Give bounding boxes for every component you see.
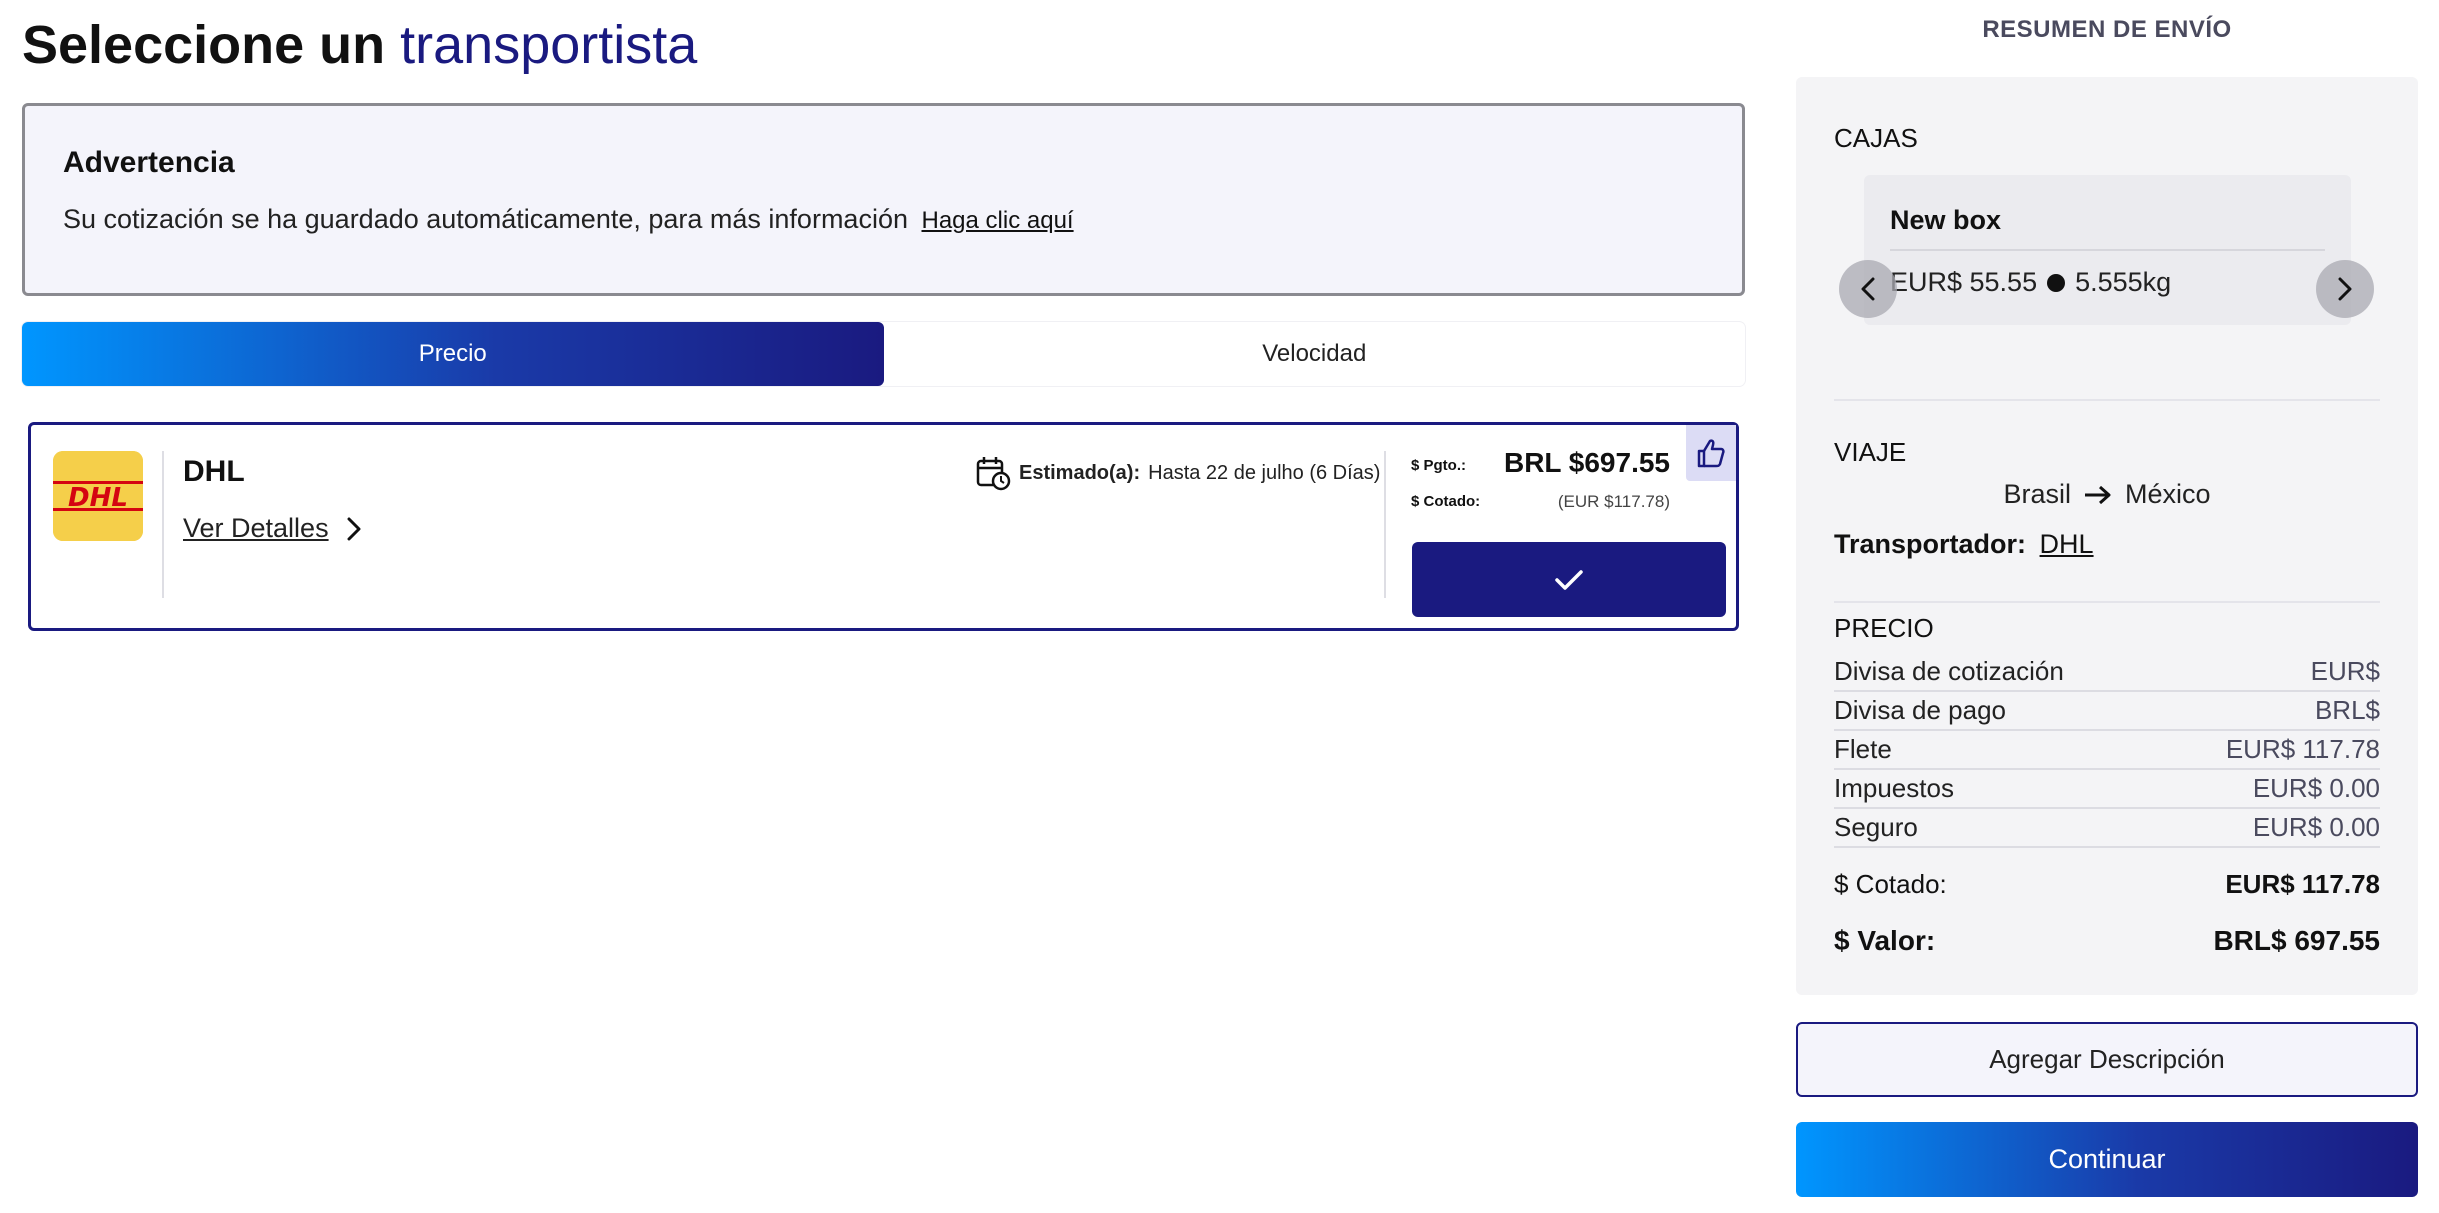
carrier-card-dhl[interactable]: DHL DHL Ver Detalles Estimado(a): Hasta … — [28, 422, 1739, 631]
price-row: Divisa de pago BRL$ — [1834, 692, 2380, 731]
boxes-title: CAJAS — [1834, 123, 1918, 153]
price-row-value: EUR$ 0.00 — [2252, 773, 2380, 803]
quoted-value: (EUR $117.78) — [1557, 492, 1670, 511]
warning-banner: Advertencia Su cotización se ha guardado… — [22, 103, 1745, 296]
price-breakdown: Divisa de cotización EUR$ Divisa de pago… — [1834, 653, 2380, 848]
box-divider — [1890, 249, 2325, 251]
quoted-label: $ Cotado: — [1411, 493, 1481, 510]
sort-tabs: Precio Velocidad — [22, 322, 1745, 386]
quoted-total-label: $ Cotado: — [1834, 869, 1947, 899]
route: Brasil México — [1834, 479, 2380, 510]
tab-price[interactable]: Precio — [22, 322, 884, 386]
carrier-name: DHL — [183, 455, 245, 488]
quoted-total-value: EUR$ 117.78 — [2225, 869, 2380, 899]
trip-title: VIAJE — [1834, 437, 1907, 467]
final-total-row: $ Valor: BRL$ 697.55 — [1834, 925, 2380, 957]
tab-speed[interactable]: Velocidad — [884, 322, 1746, 386]
view-details-link[interactable]: Ver Detalles — [183, 513, 361, 544]
chevron-left-icon — [1861, 277, 1875, 301]
card-divider — [162, 451, 164, 598]
dhl-logo: DHL — [53, 451, 143, 541]
price-row-value: EUR$ 117.78 — [2225, 734, 2380, 764]
page-title-main: Seleccione un — [22, 15, 386, 75]
price-row-label: Seguro — [1834, 812, 1918, 842]
chevron-right-icon — [2338, 277, 2352, 301]
thumbs-up-icon — [1697, 439, 1725, 468]
box-value: EUR$ 55.55 — [1890, 267, 2038, 297]
price-row: Divisa de cotización EUR$ — [1834, 653, 2380, 692]
summary-title: RESUMEN DE ENVÍO — [1982, 16, 2232, 43]
check-icon — [1555, 569, 1583, 590]
estimate-label: Estimado(a): — [1019, 461, 1141, 484]
shipping-summary: CAJAS New box EUR$ 55.55 5.555kg VIAJE B… — [1796, 77, 2418, 995]
recommended-badge — [1686, 425, 1736, 481]
box-info: EUR$ 55.55 5.555kg — [1890, 267, 2171, 298]
calendar-clock-icon — [976, 457, 1011, 491]
page-title: Seleccione un transportista — [22, 12, 697, 78]
price-row: Impuestos EUR$ 0.00 — [1834, 770, 2380, 809]
price-row-label: Divisa de pago — [1834, 695, 2006, 725]
warning-message-line: Su cotización se ha guardado automáticam… — [63, 204, 1074, 235]
card-divider-price — [1384, 451, 1386, 598]
warning-message: Su cotización se ha guardado automáticam… — [63, 204, 908, 234]
section-divider — [1834, 601, 2380, 603]
payment-label: $ Pgto.: — [1411, 457, 1466, 474]
box-weight: 5.555kg — [2075, 267, 2172, 297]
price-row-label: Impuestos — [1834, 773, 1954, 803]
price-row-value: BRL$ — [2314, 695, 2380, 725]
price-row: Flete EUR$ 117.78 — [1834, 731, 2380, 770]
carousel-next-button[interactable] — [2316, 260, 2374, 318]
add-description-button[interactable]: Agregar Descripción — [1796, 1022, 2418, 1097]
page-title-accent: transportista — [400, 15, 698, 75]
price-row: Seguro EUR$ 0.00 — [1834, 809, 2380, 848]
route-origin: Brasil — [2003, 479, 2071, 509]
price-row-label: Flete — [1834, 734, 1892, 764]
box-name: New box — [1890, 205, 2002, 235]
section-divider — [1834, 399, 2380, 401]
final-total-value: BRL$ 697.55 — [2213, 925, 2380, 956]
payment-value: BRL $697.55 — [1503, 447, 1670, 478]
select-carrier-button[interactable] — [1412, 542, 1726, 617]
price-title: PRECIO — [1834, 613, 1934, 643]
carrier-summary: Transportador: DHL — [1834, 529, 2094, 560]
dhl-logo-text: DHL — [68, 483, 128, 513]
warning-link[interactable]: Haga clic aquí — [922, 207, 1074, 234]
price-row-value: EUR$ — [2310, 656, 2380, 686]
price-row-label: Divisa de cotización — [1834, 656, 2064, 686]
box-card: New box EUR$ 55.55 5.555kg — [1864, 175, 2351, 325]
continue-button[interactable]: Continuar — [1796, 1122, 2418, 1197]
route-destination: México — [2124, 479, 2211, 509]
carrier-summary-link[interactable]: DHL — [2040, 529, 2094, 559]
price-row-value: EUR$ 0.00 — [2252, 812, 2380, 842]
view-details-label: Ver Detalles — [183, 513, 329, 543]
estimate-value: Hasta 22 de julho (6 Días) — [1148, 461, 1381, 484]
arrow-right-icon — [2084, 485, 2111, 504]
carrier-summary-label: Transportador: — [1834, 529, 2027, 559]
carousel-prev-button[interactable] — [1839, 260, 1897, 318]
bullet-dot — [2047, 273, 2066, 292]
delivery-estimate: Estimado(a): Hasta 22 de julho (6 Días) — [975, 455, 1380, 491]
final-total-label: $ Valor: — [1834, 925, 1936, 956]
quoted-total-row: $ Cotado: EUR$ 117.78 — [1834, 869, 2380, 900]
warning-title: Advertencia — [63, 146, 235, 179]
chevron-right-icon — [347, 517, 361, 540]
